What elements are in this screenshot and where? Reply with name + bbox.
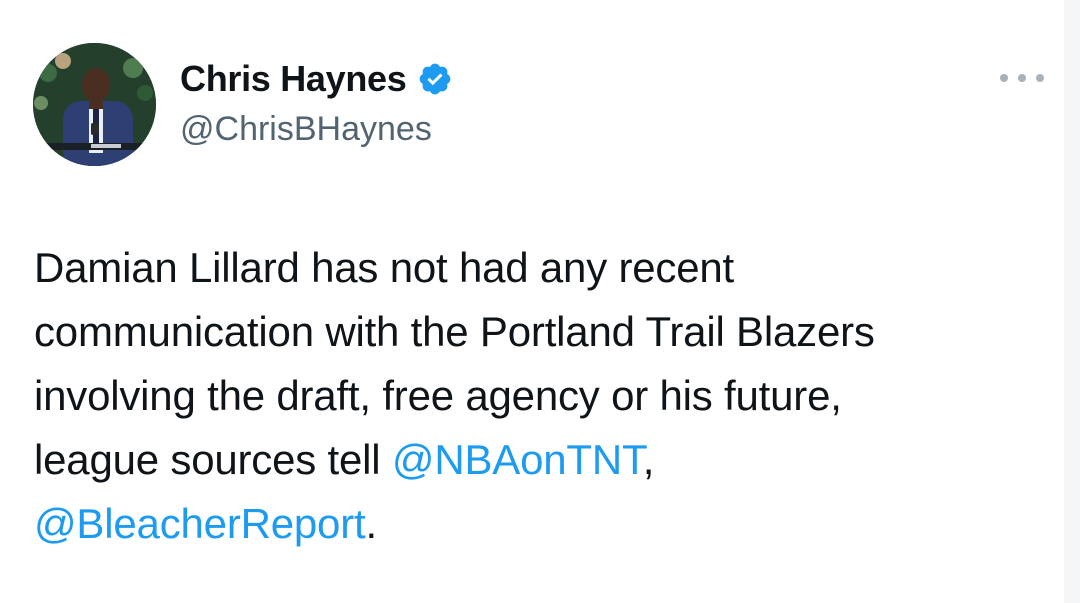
tweet-line: league sources tell @NBAonTNT, xyxy=(34,428,1044,492)
author-name-row: Chris Haynes xyxy=(180,54,453,104)
avatar-photo-icon xyxy=(33,43,156,166)
avatar[interactable] xyxy=(33,43,156,166)
punctuation: . xyxy=(365,500,377,547)
more-dot xyxy=(1000,74,1008,82)
scrollbar[interactable] xyxy=(1064,0,1080,603)
mention-link-nbaontnt[interactable]: @NBAonTNT xyxy=(392,436,643,483)
more-dot xyxy=(1036,74,1044,82)
more-dot xyxy=(1018,74,1026,82)
tweet-line: communication with the Portland Trail Bl… xyxy=(34,308,875,355)
tweet-line: involving the draft, free agency or his … xyxy=(34,372,842,419)
tweet-text: Damian Lillard has not had any recent co… xyxy=(34,236,1044,556)
mention-link-bleacherreport[interactable]: @BleacherReport xyxy=(34,500,366,547)
tweet-card: Chris Haynes @ChrisBHaynes Damian Lillar… xyxy=(0,0,1064,603)
tweet-line: Damian Lillard has not had any recent xyxy=(34,244,735,291)
author-handle[interactable]: @ChrisBHaynes xyxy=(180,110,432,149)
more-options-icon[interactable] xyxy=(1000,64,1044,92)
tweet-line: @BleacherReport. xyxy=(34,492,1044,556)
author-display-name[interactable]: Chris Haynes xyxy=(180,58,407,100)
tweet-line-text: league sources tell xyxy=(34,436,392,483)
punctuation: , xyxy=(642,436,655,483)
verified-badge-icon[interactable] xyxy=(417,61,453,97)
